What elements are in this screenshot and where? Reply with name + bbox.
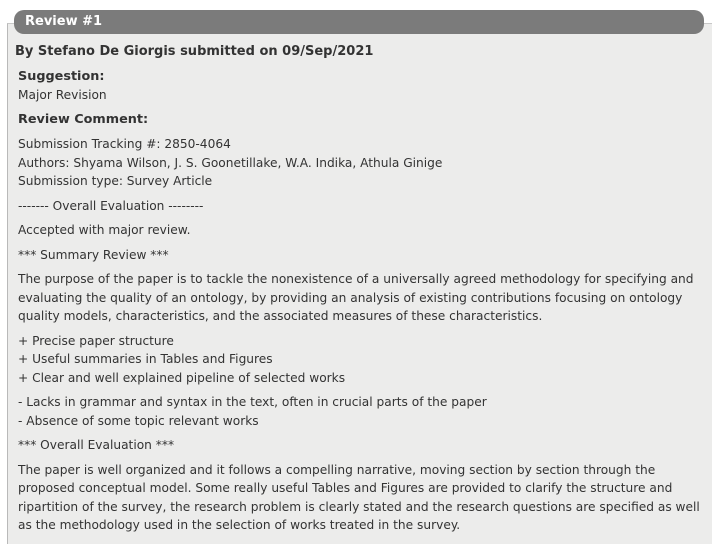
- con-item: - Lacks in grammar and syntax in the tex…: [18, 395, 487, 410]
- overall-evaluation-divider: ------- Overall Evaluation --------: [18, 198, 204, 213]
- con-item: - Absence of some topic relevant works: [18, 413, 259, 428]
- summary-paragraph: The purpose of the paper is to tackle th…: [18, 272, 694, 324]
- overall-paragraph: The paper is well organized and it follo…: [18, 462, 700, 532]
- pros-list: + Precise paper structure + Useful summa…: [18, 332, 708, 387]
- review-title: Review #1: [25, 14, 103, 29]
- summary-heading: *** Summary Review ***: [18, 247, 169, 262]
- submission-authors: Authors: Shyama Wilson, J. S. Goonetilla…: [18, 155, 443, 170]
- pro-item: + Useful summaries in Tables and Figures: [18, 352, 273, 367]
- suggestion-value: Major Revision: [18, 87, 107, 102]
- overall-heading: *** Overall Evaluation ***: [18, 438, 175, 453]
- pro-item: + Clear and well explained pipeline of s…: [18, 370, 346, 385]
- accepted-statement: Accepted with major review.: [18, 223, 191, 238]
- submission-info: Submission Tracking #: 2850-4064 Authors…: [18, 135, 708, 190]
- review-content: By Stefano De Giorgis submitted on 09/Se…: [15, 43, 708, 534]
- submission-tracking: Submission Tracking #: 2850-4064: [18, 137, 231, 152]
- review-byline: By Stefano De Giorgis submitted on 09/Se…: [15, 44, 374, 59]
- suggestion-label: Suggestion:: [18, 68, 105, 84]
- cons-list: - Lacks in grammar and syntax in the tex…: [18, 393, 708, 430]
- submission-type: Submission type: Survey Article: [18, 173, 213, 188]
- review-header: Review #1: [14, 10, 704, 34]
- pro-item: + Precise paper structure: [18, 333, 174, 348]
- review-comment-label: Review Comment:: [18, 111, 149, 127]
